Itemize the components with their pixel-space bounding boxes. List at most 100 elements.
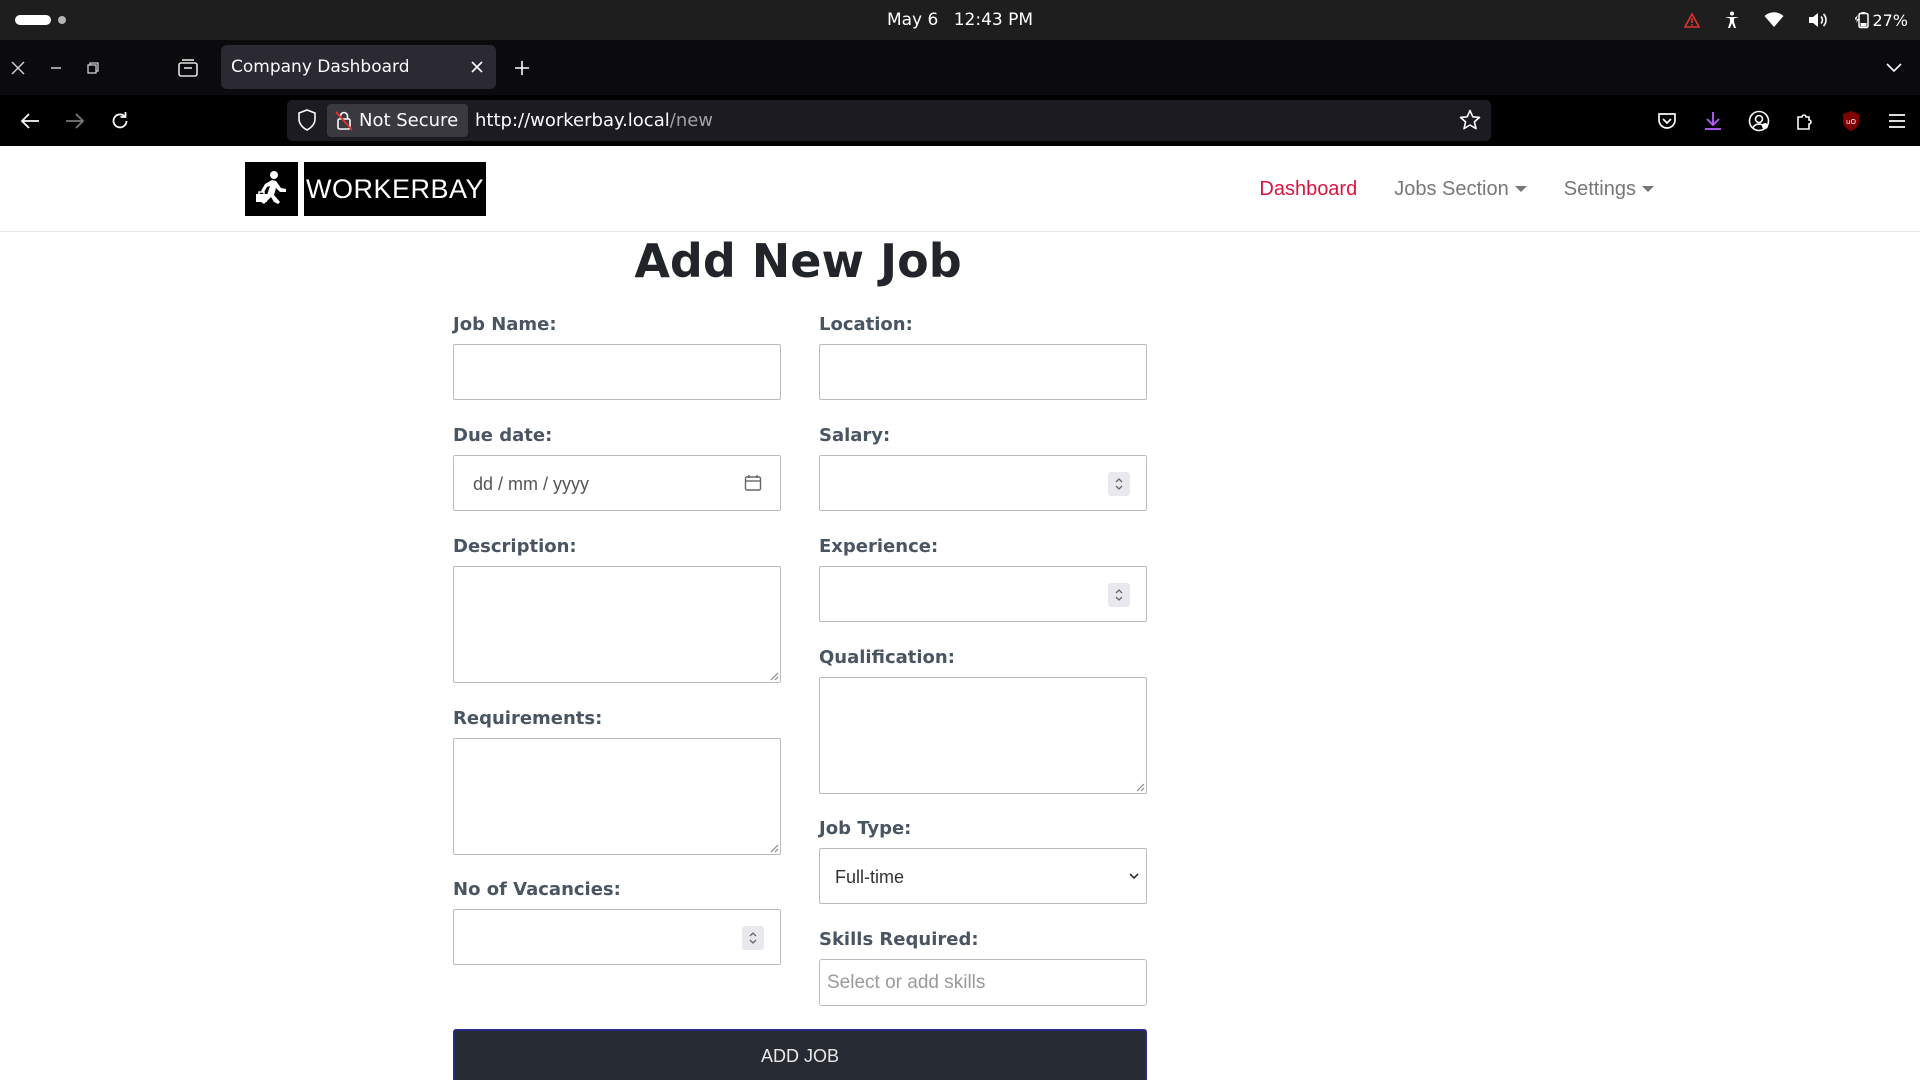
os-clock[interactable]: May 6 12:43 PM [0,0,1920,40]
job-name-label: Job Name: [453,314,557,335]
arrow-right-icon [66,113,85,129]
restore-window-button[interactable] [75,40,111,95]
pocket-icon [1658,112,1676,129]
warning-icon[interactable] [1684,12,1701,28]
ublock-button[interactable]: uO [1828,110,1874,132]
due-date-label: Due date: [453,425,553,446]
list-all-tabs-button[interactable] [1880,54,1908,82]
close-icon [11,60,25,75]
page-title: Add New Job [634,234,962,288]
skills-group: Skills Required: Select or add skills [819,929,1147,1006]
requirements-label: Requirements: [453,708,603,729]
qualification-group: Qualification: [819,647,1147,794]
skills-placeholder: Select or add skills [827,972,986,993]
tab-close-button[interactable] [466,56,488,78]
nav-dashboard-label: Dashboard [1259,177,1358,200]
browser-tab-strip: Company Dashboard [0,40,1920,95]
site-logo[interactable]: WORKERBAY [245,162,486,216]
location-label: Location: [819,314,913,335]
description-label: Description: [453,536,577,557]
account-icon [1748,110,1770,131]
battery-icon [1855,12,1870,29]
resize-handle-icon[interactable] [769,671,779,681]
qualification-textarea[interactable] [819,677,1147,794]
browser-toolbar: Not Secure http://workerbay.local/new uO [0,95,1920,146]
description-textarea[interactable] [453,566,781,683]
download-icon [1705,111,1721,130]
description-group: Description: [453,536,781,683]
hamburger-menu-icon [1889,113,1905,128]
os-date: May 6 [886,10,939,30]
page-content: WORKERBAY Dashboard Jobs Section Setting… [0,146,1920,1080]
url-path: /new [669,110,714,131]
resize-handle-icon[interactable] [1135,782,1145,792]
logo-wordmark: WORKERBAY [304,162,486,216]
not-secure-label: Not Secure [359,110,459,131]
spinner-arrows-icon [749,932,757,944]
requirements-textarea[interactable] [453,738,781,855]
battery-indicator[interactable]: 27% [1852,11,1908,30]
due-date-input[interactable]: dd / mm / yyyy [453,455,781,511]
number-spinner[interactable] [1108,583,1130,607]
downloads-button[interactable] [1690,111,1736,131]
job-type-select[interactable]: Full-time [819,848,1147,904]
number-spinner[interactable] [1108,472,1130,496]
battery-percent: 27% [1872,10,1908,30]
accessibility-icon[interactable] [1724,11,1740,29]
job-type-label: Job Type: [819,818,912,839]
number-spinner[interactable] [742,926,764,950]
experience-input[interactable] [819,566,1147,622]
plus-icon [515,61,529,75]
location-group: Location: [819,314,1147,400]
back-button[interactable] [12,103,48,139]
toolbar-extension-icons: uO [1644,95,1920,146]
minimize-icon [51,66,61,69]
app-menu-button[interactable] [1874,113,1920,129]
os-top-bar: May 6 12:43 PM 27% [0,0,1920,40]
volume-icon[interactable] [1808,12,1828,28]
nav-dashboard[interactable]: Dashboard [1259,178,1357,201]
skills-input[interactable]: Select or add skills [819,959,1147,1006]
system-tray[interactable]: 27% [1684,0,1908,40]
job-type-group: Job Type: Full-time [819,818,1147,904]
add-job-button-label: ADD JOB [760,1046,839,1066]
firefox-view-button[interactable] [170,40,206,95]
url-host: http://workerbay.local [475,110,670,131]
tracking-protection-shield-icon[interactable] [297,109,317,135]
wifi-icon[interactable] [1764,12,1784,28]
new-tab-button[interactable] [508,54,536,82]
resize-handle-icon[interactable] [769,843,779,853]
site-security-indicator[interactable]: Not Secure [327,104,469,137]
skills-label: Skills Required: [819,929,979,950]
reload-button[interactable] [102,103,138,139]
bookmark-star-icon[interactable] [1459,109,1481,135]
job-name-input[interactable] [453,344,781,400]
os-time: 12:43 PM [953,10,1034,30]
requirements-group: Requirements: [453,708,781,855]
salary-input[interactable] [819,455,1147,511]
nav-settings-label: Settings [1563,177,1636,200]
nav-jobs-section-dropdown[interactable]: Jobs Section [1394,178,1527,201]
spinner-arrows-icon [1115,478,1123,490]
minimize-window-button[interactable] [38,40,74,95]
worker-runner-icon [245,162,298,216]
address-bar[interactable]: Not Secure http://workerbay.local/new [287,100,1491,141]
location-input[interactable] [819,344,1147,400]
calendar-icon[interactable] [744,474,762,496]
pocket-button[interactable] [1644,111,1690,131]
extensions-button[interactable] [1782,111,1828,131]
experience-group: Experience: [819,536,1147,622]
vacancies-input[interactable] [453,909,781,965]
chevron-down-icon [1886,63,1902,73]
forward-button[interactable] [57,103,93,139]
add-job-button[interactable]: ADD JOB [453,1029,1147,1080]
insecure-lock-icon [335,110,353,131]
nav-settings-dropdown[interactable]: Settings [1564,178,1654,201]
ublock-shield-icon: uO [1843,110,1859,131]
account-button[interactable] [1736,110,1782,132]
url-text[interactable]: http://workerbay.local/new [475,100,713,141]
tab-company-dashboard[interactable]: Company Dashboard [221,45,496,89]
close-window-button[interactable] [0,40,36,95]
close-icon [471,61,483,73]
caret-down-icon [1642,186,1654,192]
